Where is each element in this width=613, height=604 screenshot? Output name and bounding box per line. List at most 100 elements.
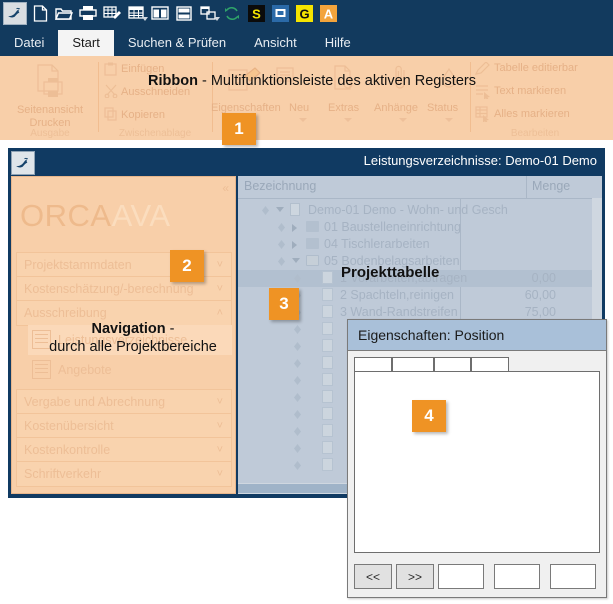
logo-orca-text: ORCA <box>20 198 112 233</box>
annotation-2-line2: durch alle Projektbereiche <box>49 339 217 355</box>
nav-item-kostenkontrolle[interactable]: Kostenkontrolle ˅ <box>16 437 232 463</box>
svg-text:A: A <box>323 6 333 21</box>
chevron-down-icon[interactable] <box>344 118 352 122</box>
ribbon-tab-bar: Datei Start Suchen & Prüfen Ansicht Hilf… <box>0 26 613 56</box>
dialog-field-2[interactable] <box>494 564 540 589</box>
callout-3: 3 <box>269 288 299 320</box>
chevron-down-icon[interactable]: ˅ <box>217 253 223 277</box>
table-row[interactable]: 01 Baustelleneinrichtung <box>238 219 602 236</box>
dialog-tab-3[interactable] <box>434 357 471 372</box>
dialog-tab-bar <box>354 357 600 373</box>
screen-badge-icon[interactable] <box>269 3 291 24</box>
split-horizontal-icon[interactable] <box>173 3 195 24</box>
dialog-field-3[interactable] <box>550 564 596 589</box>
previous-button[interactable]: << <box>354 564 392 589</box>
tab-hilfe[interactable]: Hilfe <box>311 30 365 56</box>
ribbon-group-label-bearbeiten: Bearbeiten <box>510 128 560 139</box>
nav-item-vergabe-abrechnung[interactable]: Vergabe und Abrechnung ˅ <box>16 389 232 415</box>
a-badge-icon[interactable]: A <box>317 3 339 24</box>
properties-dialog: Eigenschaften: Position << >> <box>347 319 607 598</box>
chevron-down-icon[interactable]: ˅ <box>217 462 223 486</box>
chevron-down-icon[interactable]: ˅ <box>217 390 223 414</box>
chevron-down-icon[interactable] <box>214 16 220 21</box>
table-row[interactable]: Demo-01 Demo - Wohn- und Gesch <box>238 202 602 219</box>
dialog-footer: << >> <box>354 564 602 589</box>
ribbon-button-anhaenge[interactable]: Anhänge <box>374 102 418 114</box>
split-vertical-icon[interactable] <box>149 3 171 24</box>
refresh-sync-icon[interactable] <box>221 3 243 24</box>
row-label: 2 Spachteln,reinigen <box>340 288 454 302</box>
nav-item-kostenuebersicht[interactable]: Kostenübersicht ˅ <box>16 413 232 439</box>
chevron-down-icon[interactable]: ˅ <box>217 277 223 301</box>
row-label: Demo-01 Demo - Wohn- und Gesch <box>308 203 508 217</box>
annotation-label-projekttabelle: Projekttabelle <box>341 264 439 281</box>
annotation-1-rest: - Multifunktionsleiste des aktiven Regis… <box>197 73 476 89</box>
nav-subitem-label: Angebote <box>58 363 112 377</box>
ribbon-button-kopieren[interactable]: Kopieren <box>121 109 165 121</box>
list-icon <box>32 360 51 379</box>
chevron-down-icon[interactable] <box>399 118 407 122</box>
ribbon-button-text-markieren[interactable]: Text markieren <box>494 85 566 97</box>
open-folder-icon[interactable] <box>53 3 75 24</box>
tab-ansicht[interactable]: Ansicht <box>240 30 311 56</box>
row-label: 04 Tischlerarbeiten <box>324 237 430 251</box>
table-row[interactable]: 04 Tischlerarbeiten <box>238 236 602 253</box>
logo-ava-text: AVA <box>111 198 171 233</box>
nav-item-label: Kostenkontrolle <box>24 443 111 457</box>
dialog-tab-4[interactable] <box>471 357 509 372</box>
svg-text:S: S <box>252 6 261 21</box>
row-quantity: 60,00 <box>524 288 556 302</box>
g-badge-icon[interactable]: G <box>293 3 315 24</box>
ribbon-button-alles-markieren[interactable]: Alles markieren <box>494 108 570 120</box>
ribbon-button-seitenansicht[interactable]: Seitenansicht Drucken <box>4 104 96 130</box>
chevron-down-icon[interactable]: ˅ <box>217 438 223 462</box>
dialog-field-1[interactable] <box>438 564 484 589</box>
column-header-bezeichnung[interactable]: Bezeichnung <box>244 179 316 193</box>
text-select-icon <box>476 85 490 99</box>
annotation-2-title: Navigation <box>91 321 166 337</box>
chevron-down-icon[interactable] <box>299 118 307 122</box>
callout-4: 4 <box>412 400 446 432</box>
ribbon-group-label-zwischenablage: Zwischenablage <box>118 128 192 139</box>
chevron-down-icon[interactable]: ˅ <box>217 414 223 438</box>
next-button[interactable]: >> <box>396 564 434 589</box>
row-label: 01 Baustelleneinrichtung <box>324 220 461 234</box>
nav-item-label: Kostenschätzung/-berechnung <box>24 282 194 296</box>
nav-item-label: Schriftverkehr <box>24 467 102 481</box>
print-icon[interactable] <box>77 3 99 24</box>
paste-icon <box>104 62 117 76</box>
tab-suchen-pruefen[interactable]: Suchen & Prüfen <box>114 30 240 56</box>
chevron-down-icon[interactable] <box>445 118 453 122</box>
annotation-3-title: Projekttabelle <box>341 264 440 281</box>
collapse-pane-icon[interactable]: « <box>222 181 229 195</box>
edit-pencil-icon <box>474 62 490 75</box>
dialog-tab-2[interactable] <box>392 357 434 372</box>
orca-ava-logo: ORCAAVA <box>20 199 171 233</box>
table-layout-icon[interactable] <box>125 3 148 24</box>
svg-text:G: G <box>299 6 309 21</box>
copy-icon <box>104 107 117 121</box>
new-document-icon[interactable] <box>29 3 51 24</box>
tab-start[interactable]: Start <box>58 30 114 56</box>
annotation-label-navigation: Navigation - durch alle Projektbereiche <box>33 320 233 356</box>
annotation-label-ribbon: Ribbon - Multifunktionsleiste des aktive… <box>148 73 476 89</box>
ribbon-button-neu[interactable]: Neu <box>289 102 309 114</box>
ribbon-button-extras[interactable]: Extras <box>328 102 359 114</box>
ribbon-button-tabelle-editierbar[interactable]: Tabelle editierbar <box>494 62 578 74</box>
orca-dolphin-icon <box>11 151 35 175</box>
chevron-down-icon[interactable] <box>142 16 148 21</box>
ribbon-group-label-ausgabe: Ausgabe <box>30 128 70 139</box>
table-header-row: Bezeichnung Menge <box>238 176 602 199</box>
cut-scissors-icon <box>104 84 118 98</box>
nav-item-schriftverkehr[interactable]: Schriftverkehr ˅ <box>16 461 232 487</box>
edit-table-icon[interactable] <box>101 3 123 24</box>
s-badge-icon[interactable]: S <box>245 3 267 24</box>
tab-datei[interactable]: Datei <box>0 30 58 56</box>
nav-subitem-angebote[interactable]: Angebote <box>28 355 232 385</box>
orca-dolphin-icon[interactable] <box>3 1 27 25</box>
column-header-menge[interactable]: Menge <box>532 179 570 193</box>
ribbon-button-status[interactable]: Status <box>427 102 458 114</box>
row-quantity: 0,00 <box>531 271 556 285</box>
dialog-title-text: Eigenschaften: Position <box>358 327 505 343</box>
window-arrange-icon[interactable] <box>197 3 220 24</box>
